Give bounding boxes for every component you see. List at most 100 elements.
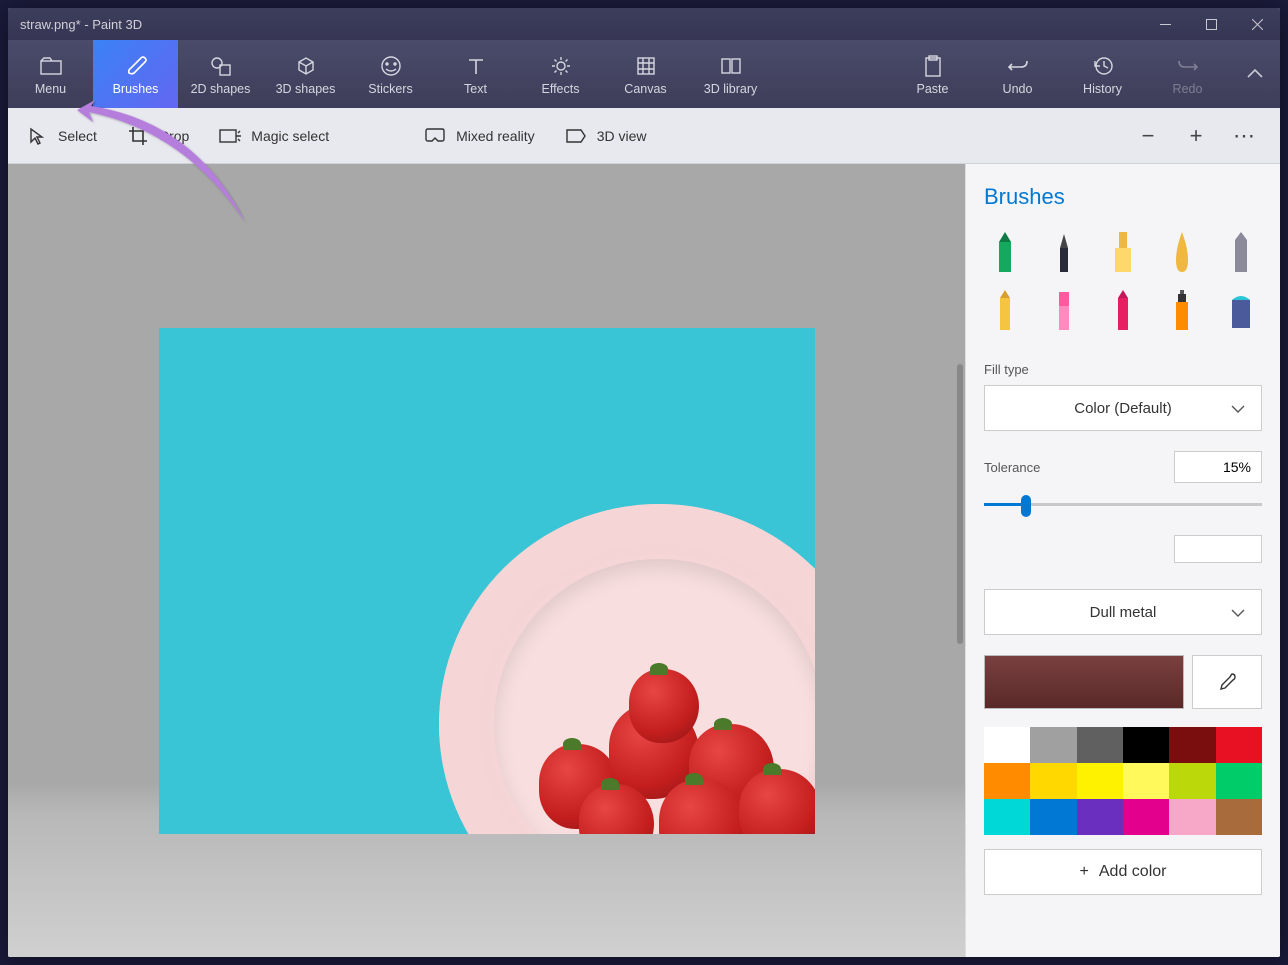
select-tool[interactable]: Select [18,108,115,163]
canvas-image[interactable] [159,328,815,834]
add-color-label: Add color [1099,863,1167,881]
canvas-icon [635,53,657,79]
color-swatch[interactable] [1077,799,1123,835]
color-swatch[interactable] [1077,727,1123,763]
zoom-out-button[interactable]: − [1132,120,1164,152]
zoom-in-button[interactable]: + [1180,120,1212,152]
spray-can-brush[interactable] [1160,286,1203,334]
paste-label: Paste [917,82,949,96]
scrollbar-thumb[interactable] [957,364,963,644]
body: Brushes Fill type Color (Default) Tolera… [8,164,1280,957]
history-label: History [1083,82,1122,96]
paste-button[interactable]: Paste [890,40,975,108]
shapes-2d-icon [210,53,232,79]
fill-type-dropdown[interactable]: Color (Default) [984,385,1262,431]
eyedropper-button[interactable] [1192,655,1262,709]
3d-library-tab[interactable]: 3D library [688,40,773,108]
chevron-down-icon [1231,400,1245,417]
color-swatch[interactable] [984,727,1030,763]
undo-button[interactable]: Undo [975,40,1060,108]
3d-shapes-tab[interactable]: 3D shapes [263,40,348,108]
color-swatch[interactable] [1030,799,1076,835]
crop-tool[interactable]: Crop [119,108,207,163]
color-swatch[interactable] [1123,763,1169,799]
3d-library-label: 3D library [704,82,758,96]
shapes-3d-icon [295,53,317,79]
crayon-brush[interactable] [1102,286,1145,334]
color-swatch[interactable] [984,799,1030,835]
tolerance-label: Tolerance [984,460,1040,475]
sidebar-title: Brushes [984,184,1262,210]
add-color-button[interactable]: + Add color [984,849,1262,895]
color-swatch[interactable] [984,763,1030,799]
3d-view-label: 3D view [597,128,647,144]
watercolor-brush[interactable] [1160,228,1203,276]
color-swatch[interactable] [1030,727,1076,763]
menu-button[interactable]: Menu [8,40,93,108]
ribbon: Menu Brushes 2D shapes 3D shapes Sticker… [8,40,1280,108]
color-swatch[interactable] [1123,727,1169,763]
app-window: straw.png* - Paint 3D Menu Brushes 2D sh… [8,8,1280,957]
color-swatch[interactable] [1169,727,1215,763]
color-swatch[interactable] [1169,799,1215,835]
color-swatches [984,727,1262,835]
magic-select-tool[interactable]: Magic select [211,108,347,163]
3d-view-icon [565,128,587,144]
collapse-ribbon-button[interactable] [1230,40,1280,108]
history-icon [1092,53,1114,79]
canvas-viewport[interactable] [8,164,965,957]
3d-shapes-label: 3D shapes [276,82,336,96]
more-button[interactable]: ⋯ [1228,120,1260,152]
oil-brush[interactable] [1102,228,1145,276]
mixed-reality-icon [424,128,446,144]
redo-button[interactable]: Redo [1145,40,1230,108]
fill-type-label: Fill type [984,362,1262,377]
tolerance-input[interactable] [1174,451,1262,483]
tolerance-slider[interactable] [984,493,1262,515]
2d-shapes-tab[interactable]: 2D shapes [178,40,263,108]
close-button[interactable] [1234,8,1280,40]
pixel-pen-brush[interactable] [1219,228,1262,276]
text-tab[interactable]: Text [433,40,518,108]
window-title: straw.png* - Paint 3D [20,17,1142,32]
3d-view-tool[interactable]: 3D view [557,108,665,163]
color-swatch[interactable] [1030,763,1076,799]
undo-icon [1007,53,1029,79]
marker-brush[interactable] [984,228,1027,276]
redo-label: Redo [1173,82,1203,96]
current-color-preview[interactable] [984,655,1184,709]
minimize-button[interactable] [1142,8,1188,40]
magic-select-label: Magic select [251,128,329,144]
color-swatch[interactable] [1216,763,1262,799]
effects-tab[interactable]: Effects [518,40,603,108]
secondary-input[interactable] [1174,535,1262,563]
fill-type-value: Color (Default) [1074,400,1172,417]
mixed-reality-tool[interactable]: Mixed reality [416,108,553,163]
sidebar: Brushes Fill type Color (Default) Tolera… [965,164,1280,957]
canvas-label: Canvas [624,82,666,96]
color-swatch[interactable] [1216,799,1262,835]
material-value: Dull metal [1090,604,1157,621]
maximize-button[interactable] [1188,8,1234,40]
stickers-tab[interactable]: Stickers [348,40,433,108]
library-icon [720,53,742,79]
calligraphy-brush[interactable] [1043,228,1086,276]
eyedropper-icon [1217,672,1237,692]
history-button[interactable]: History [1060,40,1145,108]
plus-icon: + [1080,863,1089,881]
color-swatch[interactable] [1216,727,1262,763]
eraser-brush[interactable] [1043,286,1086,334]
pencil-brush[interactable] [984,286,1027,334]
fill-bucket-brush[interactable] [1219,286,1262,334]
sticker-icon [380,53,402,79]
effects-icon [550,53,572,79]
material-dropdown[interactable]: Dull metal [984,589,1262,635]
brushes-tab[interactable]: Brushes [93,40,178,108]
stickers-label: Stickers [368,82,412,96]
canvas-tab[interactable]: Canvas [603,40,688,108]
color-swatch[interactable] [1169,763,1215,799]
toolbar: Select Crop Magic select Mixed reality 3… [8,108,1280,164]
crop-label: Crop [159,128,189,144]
color-swatch[interactable] [1077,763,1123,799]
color-swatch[interactable] [1123,799,1169,835]
